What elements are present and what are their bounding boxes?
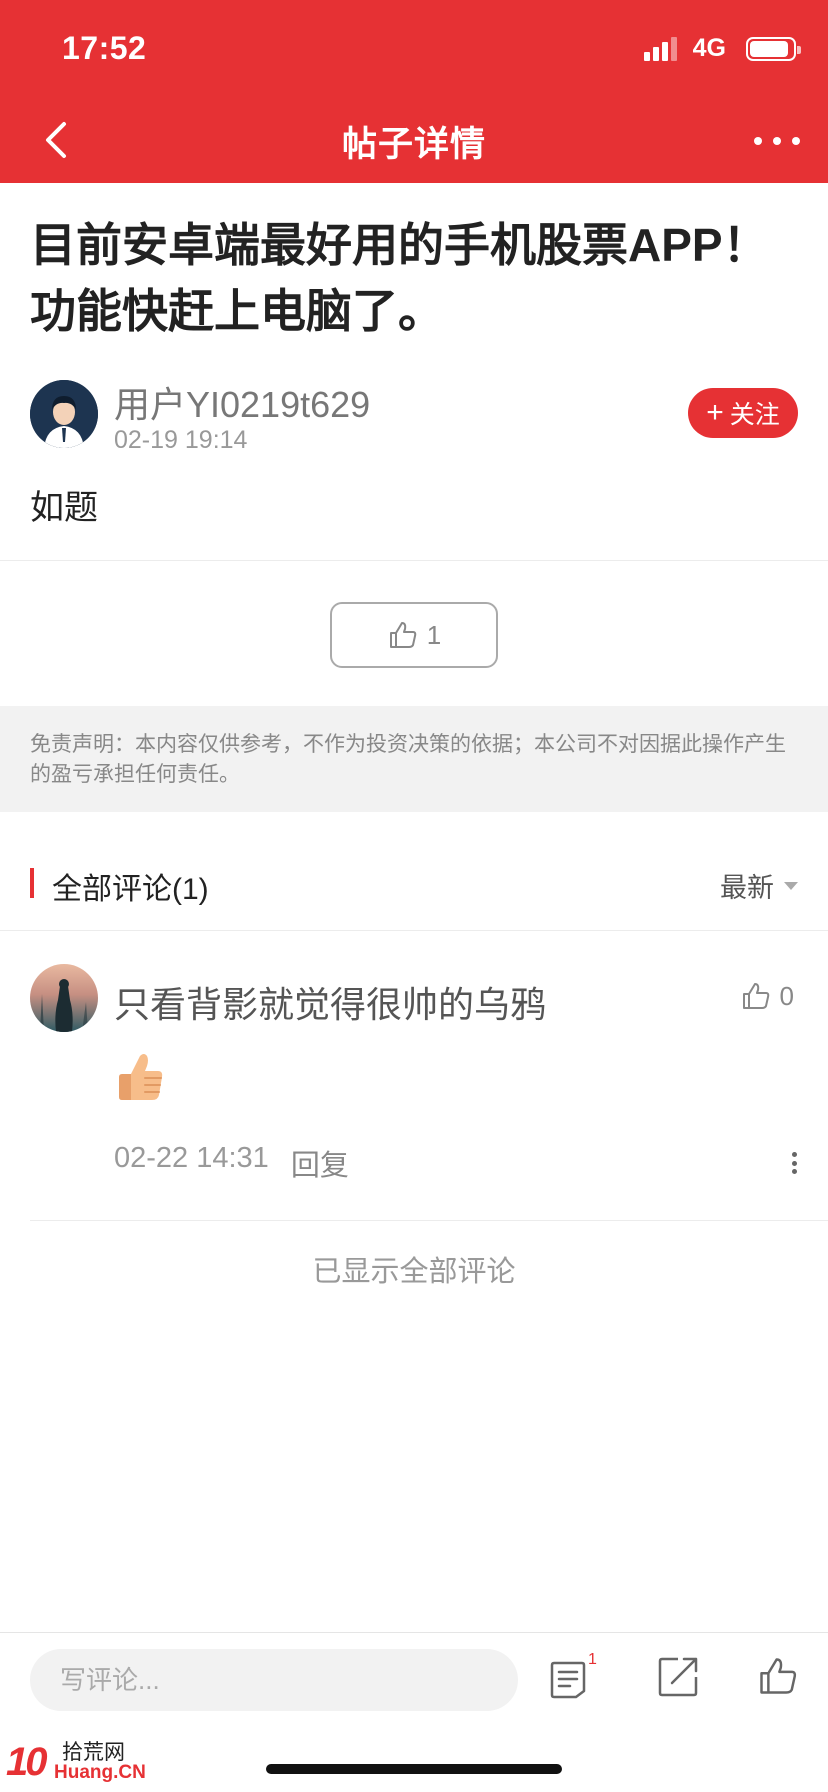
watermark-en: Huang.CN	[54, 1762, 146, 1783]
commenter-name[interactable]: 只看背影就觉得很帅的乌鸦	[114, 976, 546, 1028]
status-time: 17:52	[62, 30, 147, 66]
plus-icon: +	[706, 396, 724, 429]
comment-like-count: 0	[779, 980, 794, 1011]
section-accent	[30, 868, 34, 898]
status-indicators: 4G	[643, 34, 801, 63]
comment-content	[114, 1050, 166, 1104]
signal-icon	[643, 36, 677, 61]
author-name[interactable]: 用户YI0219t629	[114, 376, 370, 428]
caret-down-icon	[784, 881, 798, 890]
comment-more-button[interactable]	[790, 1152, 798, 1174]
comments-title: 全部评论(1)	[52, 873, 209, 906]
more-horizontal-icon	[754, 137, 762, 145]
comment-time: 02-22 14:31	[114, 1142, 269, 1174]
divider	[30, 1220, 828, 1221]
disclaimer: 免责声明：本内容仅供参考，不作为投资决策的依据；本公司不对因据此操作产生的盈亏承…	[0, 706, 828, 812]
post-title: 目前安卓端最好用的手机股票APP！功能快赶上电脑了。	[30, 219, 769, 337]
thumbs-up-emoji	[119, 1054, 163, 1100]
network-type: 4G	[692, 34, 726, 62]
home-indicator	[266, 1764, 562, 1774]
commenter-avatar[interactable]	[30, 964, 98, 1032]
share-icon	[658, 1657, 698, 1697]
reply-button[interactable]: 回复	[291, 1142, 349, 1184]
bottom-like-button[interactable]	[756, 1653, 802, 1701]
watermark-logo: 10 拾荒网 Huang.CN	[6, 1736, 146, 1786]
post-body: 如题	[30, 489, 98, 527]
user-avatar-icon	[30, 380, 98, 448]
comment-count-badge: 1	[588, 1651, 597, 1668]
post-time: 02-19 19:14	[114, 426, 248, 454]
post-like-count: 1	[426, 619, 442, 650]
comment-input[interactable]	[30, 1649, 518, 1711]
comment-meta: 02-22 14:31 回复	[114, 1142, 349, 1184]
header-bar: 17:52 4G 帖子详情	[0, 0, 828, 183]
comment-like-button[interactable]: 0	[740, 980, 794, 1012]
divider	[0, 930, 828, 931]
thumbs-up-icon	[389, 622, 417, 648]
divider	[0, 560, 828, 561]
share-button[interactable]	[656, 1655, 704, 1703]
post-like-button[interactable]: 1	[330, 602, 498, 668]
crow-avatar-icon	[40, 979, 88, 1032]
avatar[interactable]	[30, 380, 98, 448]
watermark-number: 10	[6, 1740, 47, 1784]
comment-list-icon	[550, 1661, 586, 1699]
thumbs-up-icon	[742, 983, 769, 1009]
more-vertical-icon	[791, 1152, 797, 1157]
more-button[interactable]	[754, 126, 800, 156]
thumbs-up-icon	[760, 1658, 797, 1694]
end-of-comments: 已显示全部评论	[312, 1256, 516, 1288]
follow-button[interactable]: + 关注	[688, 388, 798, 438]
sort-label: 最新	[720, 873, 774, 903]
page-title: 帖子详情	[341, 125, 486, 164]
comments-header: 全部评论(1) 最新	[0, 856, 828, 910]
follow-label: 关注	[729, 401, 780, 429]
sort-dropdown[interactable]: 最新	[720, 866, 798, 905]
battery-icon	[746, 36, 801, 61]
